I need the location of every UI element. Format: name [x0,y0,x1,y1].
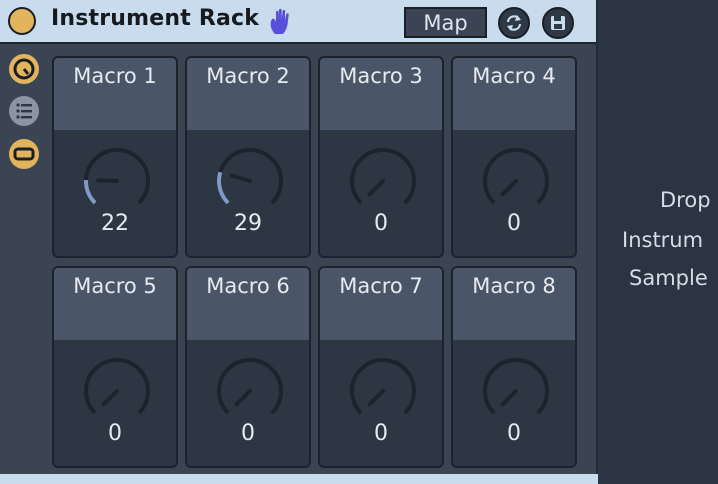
macro-label: Macro 1 [73,64,157,88]
macro-value: 0 [507,211,521,236]
knob-track [217,148,283,205]
macro-label: Macro 6 [206,274,290,298]
hand-icon[interactable] [268,7,294,35]
drop-text-line-2: Instrum [622,228,704,252]
knob-track [350,358,416,415]
knob-track [483,148,549,205]
knob-value-arc [84,180,97,205]
macro-knob[interactable] [481,146,551,216]
device-title-bar[interactable]: Instrument Rack Map [0,0,596,44]
macro-value: 29 [234,211,262,236]
macro-header[interactable]: Macro 8 [453,268,575,340]
macro-7[interactable]: Macro 7 0 [318,266,444,468]
knob-needle [367,389,385,407]
knob-needle [101,389,119,407]
device-view-button[interactable] [8,138,40,170]
knob-track [217,358,283,415]
macro-header[interactable]: Macro 5 [54,268,176,340]
save-preset-button[interactable] [542,7,574,39]
macro-knob[interactable] [82,356,152,426]
macro-3[interactable]: Macro 3 0 [318,56,444,258]
macro-view-icon [9,54,39,84]
macro-value: 0 [374,211,388,236]
macro-2[interactable]: Macro 2 29 [185,56,311,258]
macro-header[interactable]: Macro 3 [320,58,442,130]
chain-list-icon [9,96,39,126]
device-view-icon [9,139,39,169]
macro-label: Macro 3 [339,64,423,88]
rack-sidebar [0,46,48,478]
save-preset-icon [551,16,565,30]
macro-header[interactable]: Macro 1 [54,58,176,130]
macro-header[interactable]: Macro 4 [453,58,575,130]
randomize-icon [506,15,522,31]
knob-needle [500,179,518,197]
randomize-button[interactable] [498,7,530,39]
macro-4[interactable]: Macro 4 0 [451,56,577,258]
macro-6[interactable]: Macro 6 0 [185,266,311,468]
macro-label: Macro 5 [73,274,157,298]
macro-value: 0 [241,421,255,446]
device-title[interactable]: Instrument Rack [51,6,259,31]
power-icon[interactable] [8,7,36,35]
macro-8[interactable]: Macro 8 0 [451,266,577,468]
instrument-rack-device: Instrument Rack Map Macro 1 22 Macro 2 2… [0,0,598,484]
macro-header[interactable]: Macro 7 [320,268,442,340]
macro-view-button[interactable] [8,53,40,85]
chain-list-button[interactable] [8,95,40,127]
macro-value: 0 [108,421,122,446]
macro-header[interactable]: Macro 6 [187,268,309,340]
knob-value-arc [217,171,230,205]
knob-track [84,358,150,415]
macro-label: Macro 4 [472,64,556,88]
macro-value: 0 [374,421,388,446]
drop-text-line-1: Drop [660,188,711,212]
macro-knob[interactable] [215,356,285,426]
macro-label: Macro 8 [472,274,556,298]
drop-text-line-3: Sample [629,266,708,290]
macro-knob[interactable] [481,356,551,426]
knob-needle [500,389,518,407]
knob-needle [367,179,385,197]
device-bottom-bar [0,474,598,484]
knob-track [350,148,416,205]
knob-needle [96,178,119,183]
macro-5[interactable]: Macro 5 0 [52,266,178,468]
knob-needle [229,173,252,183]
macro-knob[interactable] [348,356,418,426]
macro-knob[interactable] [215,146,285,216]
macro-label: Macro 2 [206,64,290,88]
knob-track [84,148,150,205]
macro-header[interactable]: Macro 2 [187,58,309,130]
macro-label: Macro 7 [339,274,423,298]
map-button[interactable]: Map [404,7,487,38]
macro-1[interactable]: Macro 1 22 [52,56,178,258]
macro-value: 22 [101,211,129,236]
macro-knob[interactable] [348,146,418,216]
drop-area[interactable]: Drop Instrum Sample [598,0,718,484]
knob-track [483,358,549,415]
macro-value: 0 [507,421,521,446]
macro-knob[interactable] [82,146,152,216]
knob-needle [234,389,252,407]
